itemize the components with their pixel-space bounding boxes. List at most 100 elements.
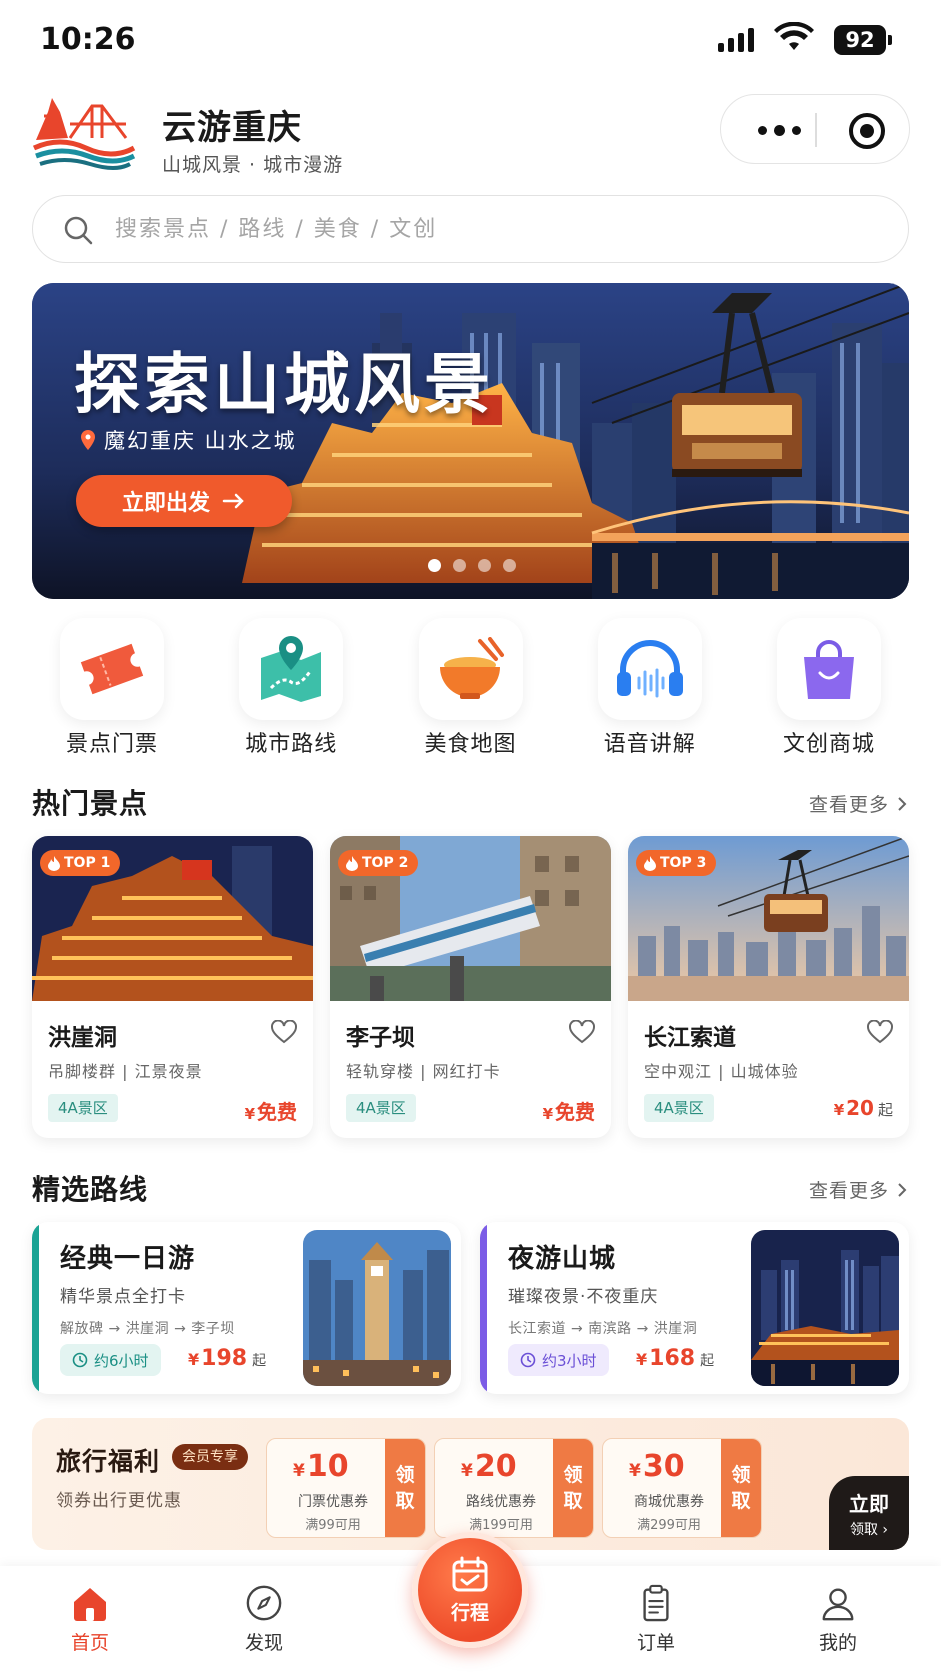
pagination-dot[interactable] (453, 559, 466, 572)
tab-home-label: 首页 (70, 1632, 109, 1654)
spot-card-cableway[interactable]: TOP 3 长江索道 空中观江 | 山城体验 4A景区 ¥ 20 起 (628, 836, 909, 1138)
tab-orders-label: 订单 (636, 1632, 675, 1654)
coupon-claim-label: 领 (731, 1464, 751, 1486)
route-subtitle: 璀璨夜景·不夜重庆 (508, 1287, 659, 1307)
spot-rank-text: TOP 1 (64, 855, 111, 871)
spot-price: ¥ 免费 (245, 1096, 297, 1125)
route-price: ¥ 168 起 (636, 1346, 714, 1371)
price-value: 免费 (555, 1100, 595, 1124)
welfare-subtitle: 领券出行更优惠 (56, 1491, 182, 1511)
banner-go-label: 立即出发 (121, 491, 210, 516)
coupon-claim-button[interactable]: 领 取 (553, 1439, 593, 1537)
coupon-shop[interactable]: ¥ 30 商城优惠券 满299可用 领 取 (602, 1438, 762, 1538)
spot-card-liziba[interactable]: TOP 2 李子坝 轻轨穿楼 | 网红打卡 4A景区 ¥ 免费 (330, 836, 611, 1138)
pagination-dot[interactable] (428, 559, 441, 572)
tab-trip[interactable]: 行程 (412, 1532, 528, 1648)
quick-label-food: 美食地图 (424, 732, 517, 757)
app-subtitle: 山城风景 · 城市漫游 (162, 154, 344, 176)
coupon-ticket[interactable]: ¥ 10 门票优惠券 满99可用 领 取 (266, 1438, 426, 1538)
clock-icon (520, 1352, 536, 1368)
tab-mine[interactable]: 我的 (778, 1584, 898, 1655)
route-card-classic-day[interactable]: 经典一日游 精华景点全打卡 解放碑 → 洪崖洞 → 李子坝 约6小时 ¥ 198… (32, 1222, 461, 1394)
spot-name: 李子坝 (346, 1025, 415, 1051)
route-title: 经典一日游 (60, 1244, 196, 1274)
tab-discover[interactable]: 发现 (204, 1584, 324, 1655)
coupon-value: 20 (474, 1449, 517, 1484)
hot-spots-more-link[interactable]: 查看更多 (809, 790, 907, 817)
map-route-icon (261, 636, 322, 702)
spot-price: ¥ 20 起 (834, 1096, 893, 1120)
quick-item-shop[interactable]: 文创商城 (749, 618, 909, 758)
coupon-name: 商城优惠券 (634, 1494, 704, 1510)
travel-welfare-panel: 旅行福利 会员专享 领券出行更优惠 ¥ 10 门票优惠券 满99可用 领 取 ¥… (32, 1418, 909, 1550)
favorite-heart-icon[interactable] (569, 1020, 595, 1044)
coupon-claim-button[interactable]: 领 取 (721, 1439, 761, 1537)
spot-rank-text: TOP 2 (362, 855, 409, 871)
coupon-condition: 满99可用 (305, 1518, 361, 1533)
favorite-heart-icon[interactable] (271, 1020, 297, 1044)
hot-spots-more-label: 查看更多 (808, 794, 889, 816)
route-image-night-skyline (751, 1230, 899, 1386)
spot-level-tag: 4A景区 (346, 1094, 416, 1122)
headphones-icon (616, 640, 683, 698)
user-profile-icon (822, 1588, 854, 1621)
coupon-claim-button[interactable]: 领 取 (385, 1439, 425, 1537)
hero-banner[interactable]: 探索山城风景 魔幻重庆 山水之城 立即出发 (32, 283, 909, 599)
favorite-heart-icon[interactable] (867, 1020, 893, 1044)
price-value: 20 (846, 1096, 874, 1120)
flame-icon (48, 855, 60, 871)
route-duration: 约3小时 (542, 1351, 597, 1370)
spot-desc: 吊脚楼群 | 江景夜景 (48, 1062, 203, 1081)
app-title: 云游重庆 (162, 108, 302, 148)
route-image-jiefangbei (303, 1230, 451, 1386)
search-bar[interactable] (32, 195, 909, 263)
order-clipboard-icon (643, 1584, 669, 1622)
hot-spots-list: TOP 1 洪崖洞 吊脚楼群 | 江景夜景 4A景区 ¥ 免费 TOP 2 李子… (32, 836, 909, 1138)
price-currency: ¥ (244, 1105, 255, 1123)
route-duration-badge: 约3小时 (508, 1344, 609, 1376)
pagination-dot[interactable] (503, 559, 516, 572)
price-value: 168 (649, 1346, 696, 1371)
more-options-icon[interactable] (749, 95, 809, 165)
route-subtitle: 精华景点全打卡 (60, 1287, 186, 1307)
tab-orders[interactable]: 订单 (596, 1584, 716, 1655)
tab-home[interactable]: 首页 (30, 1584, 150, 1655)
price-currency: ¥ (636, 1350, 648, 1369)
food-bowl-icon (439, 637, 504, 699)
route-path: 解放碑 → 洪崖洞 → 李子坝 (60, 1321, 235, 1337)
app-header: 云游重庆 山城风景 · 城市漫游 (0, 88, 941, 178)
route-path: 长江索道 → 南滨路 → 洪崖洞 (508, 1321, 698, 1337)
spot-level-tag: 4A景区 (644, 1094, 714, 1122)
search-icon (64, 216, 93, 245)
close-target-icon[interactable] (849, 113, 885, 149)
coupon-amount: ¥ 30 (629, 1449, 685, 1484)
routes-more-link[interactable]: 查看更多 (809, 1176, 907, 1203)
quick-item-tickets[interactable]: 景点门票 (32, 618, 192, 758)
quick-item-audio[interactable]: 语音讲解 (570, 618, 730, 758)
banner-pagination (428, 559, 516, 572)
pagination-dot[interactable] (478, 559, 491, 572)
spot-rank-badge: TOP 3 (636, 850, 717, 876)
banner-go-button[interactable]: 立即出发 (76, 475, 292, 527)
quick-label-audio: 语音讲解 (603, 732, 696, 757)
quick-item-routes[interactable]: 城市路线 (211, 618, 371, 758)
spot-name: 长江索道 (644, 1025, 736, 1051)
quick-item-food[interactable]: 美食地图 (391, 618, 551, 758)
search-input[interactable] (115, 206, 875, 252)
price-unit: 起 (700, 1353, 715, 1369)
quick-label-shop: 文创商城 (782, 732, 875, 757)
price-unit: 起 (877, 1101, 893, 1119)
route-duration-badge: 约6小时 (60, 1344, 161, 1376)
route-card-night-tour[interactable]: 夜游山城 璀璨夜景·不夜重庆 长江索道 → 南滨路 → 洪崖洞 约3小时 ¥ 1… (480, 1222, 909, 1394)
chevron-right-icon (898, 1182, 907, 1197)
quick-menu: 景点门票 城市路线 美食地图 语音讲解 文创商城 (32, 618, 909, 758)
compass-icon (246, 1585, 282, 1621)
home-icon (74, 1588, 106, 1621)
miniprogram-capsule (720, 94, 910, 164)
claim-all-button[interactable]: 立即 领取 › (829, 1476, 909, 1550)
spot-price: ¥ 免费 (543, 1096, 595, 1125)
coupon-currency: ¥ (461, 1461, 473, 1481)
coupon-condition: 满299可用 (637, 1518, 701, 1533)
coupon-route[interactable]: ¥ 20 路线优惠券 满199可用 领 取 (434, 1438, 594, 1538)
spot-card-hongyadong[interactable]: TOP 1 洪崖洞 吊脚楼群 | 江景夜景 4A景区 ¥ 免费 (32, 836, 313, 1138)
